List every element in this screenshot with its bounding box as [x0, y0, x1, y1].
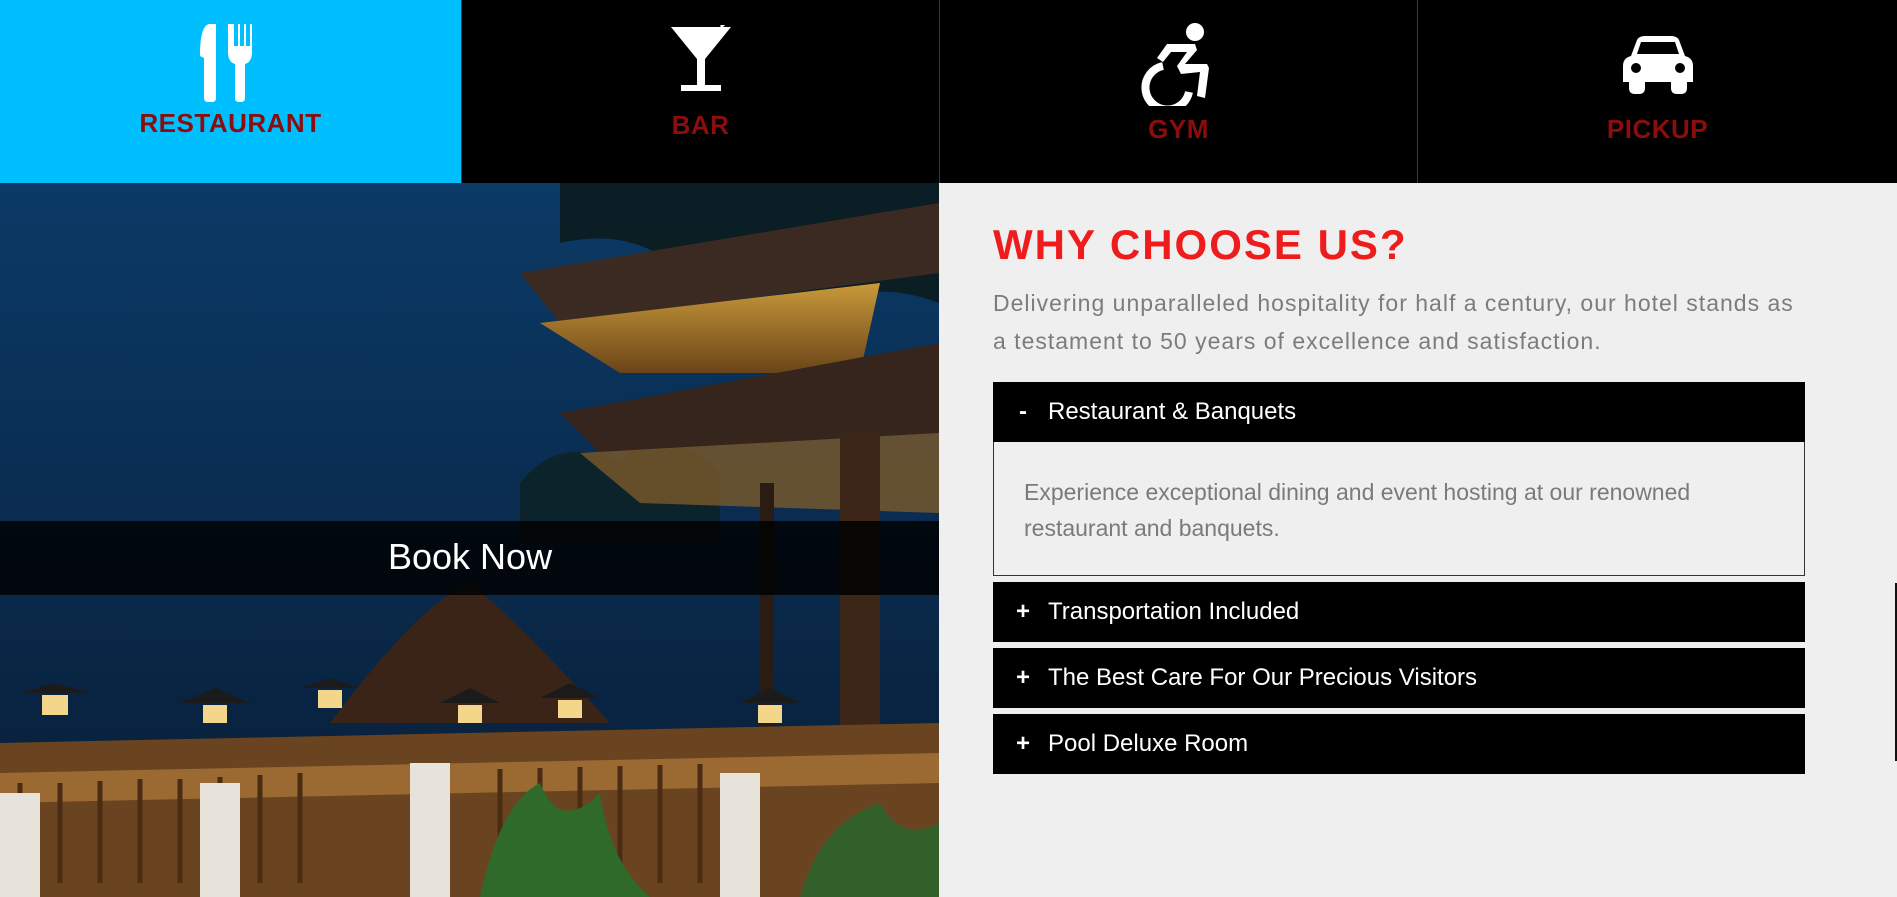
accordion-title: Transportation Included [1048, 598, 1300, 625]
tile-restaurant[interactable]: RESTAURANT [0, 0, 461, 183]
tile-label-pickup: PICKUP [1606, 114, 1709, 144]
tile-label-restaurant: RESTAURANT [139, 108, 322, 138]
accordion-header-best-care[interactable]: + The Best Care For Our Precious Visitor… [993, 648, 1805, 708]
accordion-header-restaurant-banquets[interactable]: - Restaurant & Banquets [993, 382, 1805, 442]
expand-icon: + [1016, 664, 1031, 691]
accordion-title: The Best Care For Our Precious Visitors [1048, 664, 1478, 691]
accordion-header-pool-deluxe[interactable]: + Pool Deluxe Room [993, 714, 1805, 774]
accordion-title: Pool Deluxe Room [1048, 730, 1249, 757]
tile-pickup[interactable]: PICKUP [1417, 0, 1897, 183]
accordion-panel-restaurant-banquets: Experience exceptional dining and event … [993, 442, 1805, 576]
book-now-button[interactable]: Book Now [388, 536, 552, 578]
fork-knife-icon [199, 24, 252, 102]
wheelchair-icon [1140, 23, 1209, 106]
section-intro: Delivering unparalleled hospitality for … [993, 290, 1794, 354]
hero-image: Book Now [0, 183, 939, 897]
expand-icon: + [1016, 598, 1031, 625]
tile-label-gym: GYM [1148, 114, 1209, 144]
accordion-title: Restaurant & Banquets [1048, 398, 1297, 425]
car-icon [1622, 36, 1693, 94]
why-choose-us-section: WHY CHOOSE US? Delivering unparalleled h… [939, 183, 1897, 897]
tile-bar[interactable]: BAR [461, 0, 939, 183]
accordion-header-transportation[interactable]: + Transportation Included [993, 582, 1805, 642]
section-heading: WHY CHOOSE US? [993, 221, 1408, 268]
collapse-icon: - [1019, 398, 1027, 425]
cocktail-glass-icon [670, 25, 731, 91]
accordion-panel-text: Experience exceptional dining and event … [1024, 479, 1691, 541]
expand-icon: + [1016, 730, 1031, 757]
service-tiles: RESTAURANT BAR GYM PICKUP [0, 0, 1897, 183]
tile-label-bar: BAR [671, 110, 730, 140]
tile-gym[interactable]: GYM [939, 0, 1417, 183]
